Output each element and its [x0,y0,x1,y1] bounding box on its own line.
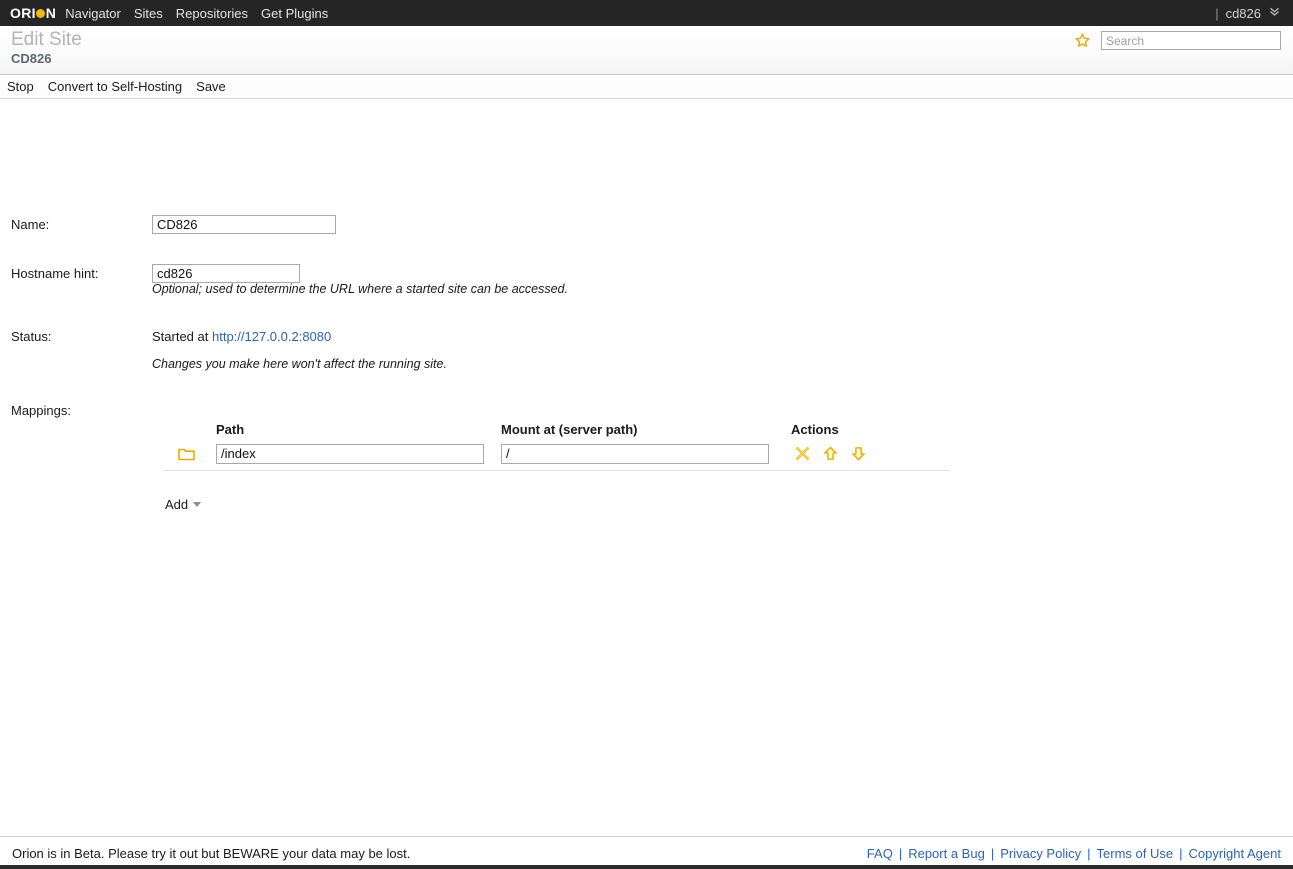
logo-text-tail: N [45,5,57,21]
chevron-double-down-icon[interactable] [1268,5,1281,21]
mapping-path-cell [216,443,501,464]
footer-separator-4: | [1179,845,1183,861]
status-note: Changes you make here won't affect the r… [152,357,447,371]
footer-link-report-a-bug[interactable]: Report a Bug [908,846,985,861]
page-subtitle: CD826 [11,51,52,66]
stop-button[interactable]: Stop [7,79,34,94]
chevron-down-icon[interactable] [193,502,202,507]
orion-logo[interactable]: ORI N [10,5,56,21]
column-header-path: Path [216,422,245,437]
mapping-path-input[interactable] [216,443,484,464]
name-label: Name: [11,217,50,232]
nav-get-plugins[interactable]: Get Plugins [261,6,328,21]
logo-text-head: ORI [10,5,36,21]
hostname-hint-input[interactable] [152,264,300,283]
nav-sites[interactable]: Sites [134,6,163,21]
table-row [163,437,950,471]
name-input[interactable] [152,215,336,234]
top-navigation-bar: ORI N Navigator Sites Repositories Get Pl… [0,0,1293,26]
footer-link-copyright-agent[interactable]: Copyright Agent [1188,846,1281,861]
title-tools [1075,31,1281,50]
mapping-mount-cell [501,443,791,464]
nav-repositories[interactable]: Repositories [176,6,248,21]
footer-links: FAQ | Report a Bug | Privacy Policy | Te… [867,846,1281,861]
search-input[interactable] [1101,31,1281,50]
orion-dot-logo-icon [36,9,46,18]
footer-link-terms-of-use[interactable]: Terms of Use [1097,846,1174,861]
nav-navigator[interactable]: Navigator [65,6,121,21]
add-mapping-button[interactable]: Add [165,497,202,512]
footer-separator-1: | [898,845,903,861]
mappings-label: Mappings: [11,403,71,418]
site-url-link[interactable]: http://127.0.0.2:8080 [212,329,331,344]
page-title-band: Edit Site CD826 [0,26,1293,74]
folder-icon[interactable] [163,447,216,461]
delete-icon[interactable] [795,446,810,461]
footer-separator-2: | [990,845,995,861]
status-value: Started at http://127.0.0.2:8080 [152,329,331,344]
command-toolbar: Stop Convert to Self-Hosting Save [0,74,1293,99]
hostname-hint-label: Hostname hint: [11,266,99,281]
status-label: Status: [11,329,52,344]
favorite-star-icon[interactable] [1075,33,1090,48]
save-button[interactable]: Save [196,79,226,94]
move-up-icon[interactable] [823,446,838,461]
status-prefix: Started at [152,329,212,344]
add-mapping-label: Add [165,497,189,512]
edit-site-form: Name: Hostname hint: Optional; used to d… [0,99,1293,834]
mapping-actions-cell [791,446,911,461]
user-menu-separator: | [1215,5,1219,21]
footer-link-privacy-policy[interactable]: Privacy Policy [1000,846,1081,861]
window-bottom-strip [0,865,1293,869]
footer-link-faq[interactable]: FAQ [867,846,893,861]
user-menu[interactable]: | cd826 [1215,0,1281,26]
move-down-icon[interactable] [851,446,866,461]
column-header-actions: Actions [791,422,839,437]
mappings-table: Path Mount at (server path) Actions [163,411,950,471]
column-header-mount-at: Mount at (server path) [501,422,638,437]
mapping-mount-input[interactable] [501,443,769,464]
mappings-table-header: Path Mount at (server path) Actions [163,411,950,437]
convert-to-self-hosting-button[interactable]: Convert to Self-Hosting [48,79,182,94]
hostname-hint-description: Optional; used to determine the URL wher… [152,282,568,296]
footer-separator-3: | [1087,845,1091,861]
user-menu-name[interactable]: cd826 [1226,6,1261,21]
beta-notice: Orion is in Beta. Please try it out but … [12,845,411,861]
